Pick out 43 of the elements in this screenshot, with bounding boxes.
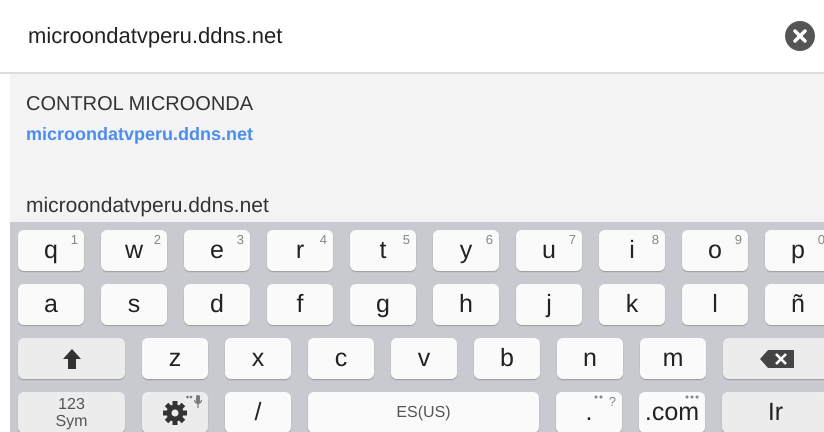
clear-icon[interactable]	[785, 21, 815, 51]
shift-icon	[62, 348, 80, 368]
keyboard-key[interactable]: .com	[639, 392, 705, 432]
keyboard-key[interactable]: a	[18, 284, 84, 325]
keyboard-key[interactable]: m	[640, 338, 706, 379]
suggestion-item[interactable]: microondatvperu.ddns.net	[26, 194, 808, 218]
keyboard-key[interactable]: x	[225, 338, 291, 379]
keyboard-key[interactable]: g	[350, 284, 416, 325]
keyboard-key[interactable]: d	[184, 284, 250, 325]
keyboard-key[interactable]: l	[682, 284, 748, 325]
keyboard-key[interactable]: h	[433, 284, 499, 325]
keyboard-key[interactable]: j	[516, 284, 582, 325]
keyboard-key[interactable]: ES(US)	[308, 392, 539, 432]
keyboard-key[interactable]: o 9	[682, 230, 748, 271]
keyboard-key[interactable]: w 2	[101, 230, 167, 271]
keyboard-key[interactable]: 123 Sym	[18, 392, 125, 432]
gear-icon	[162, 400, 188, 426]
keyboard-key[interactable]: b	[474, 338, 540, 379]
keyboard-key[interactable]: z	[142, 338, 208, 379]
keyboard-key[interactable]: i 8	[599, 230, 665, 271]
keyboard-key[interactable]: u 7	[516, 230, 582, 271]
keyboard-key[interactable]: ñ	[765, 284, 824, 325]
keyboard-key[interactable]: y 6	[433, 230, 499, 271]
keyboard-key[interactable]: c	[308, 338, 374, 379]
keyboard-key[interactable]	[142, 392, 208, 432]
keyboard-key[interactable]	[723, 338, 824, 379]
microphone-icon	[186, 395, 204, 409]
keyboard-key[interactable]: n	[557, 338, 623, 379]
keyboard-key[interactable]: r 4	[267, 230, 333, 271]
keyboard-key[interactable]: Ir	[722, 392, 824, 432]
suggestion-title[interactable]: CONTROL MICROONDA	[26, 93, 808, 116]
keyboard-key[interactable]	[18, 338, 125, 379]
keyboard-key[interactable]: k	[599, 284, 665, 325]
keyboard-key[interactable]: t 5	[350, 230, 416, 271]
keyboard-key[interactable]: . ?	[556, 392, 622, 432]
keyboard-key[interactable]: /	[225, 392, 291, 432]
keyboard-key[interactable]: q 1	[18, 230, 84, 271]
keyboard-key[interactable]: e 3	[184, 230, 250, 271]
keyboard-key[interactable]: f	[267, 284, 333, 325]
keyboard-key[interactable]: v	[391, 338, 457, 379]
address-field[interactable]: microondatvperu.ddns.net	[28, 23, 428, 49]
keyboard-key[interactable]: s	[101, 284, 167, 325]
backspace-icon	[760, 350, 794, 368]
